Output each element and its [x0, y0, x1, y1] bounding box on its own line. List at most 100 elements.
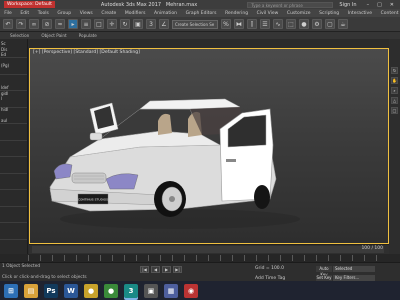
car-model[interactable]: CONTINUS STUDIOS [30, 49, 389, 244]
panel-row[interactable] [0, 179, 27, 184]
panel-row[interactable] [0, 162, 27, 167]
paint-icon[interactable]: ▦ [164, 283, 178, 298]
panel-row[interactable] [0, 146, 27, 151]
panel-row[interactable] [0, 173, 27, 178]
word-icon[interactable]: W [64, 283, 78, 298]
panel-row[interactable]: Sc [0, 41, 27, 46]
panel-row[interactable] [0, 206, 27, 211]
panel-row[interactable]: l [0, 96, 27, 101]
menu-item-file[interactable]: File [0, 11, 16, 16]
render-setup-icon[interactable]: ⚙ [312, 19, 322, 29]
menu-item-edit[interactable]: Edit [16, 11, 33, 16]
panel-row[interactable] [0, 212, 27, 217]
pan-icon[interactable]: ✋ [391, 77, 398, 84]
tab-populate[interactable]: Populate [79, 33, 97, 38]
search-input[interactable]: Type a keyword or phrase [247, 1, 334, 8]
create-selection-set-dropdown[interactable]: Create Selection Se [172, 19, 218, 29]
render-frame-icon[interactable]: ▢ [325, 19, 335, 29]
key-mode-select[interactable]: Selected [333, 266, 375, 272]
snap-icon[interactable]: 3 [146, 19, 156, 29]
panel-row[interactable]: (Pg) [0, 63, 27, 68]
panel-row[interactable] [0, 228, 27, 233]
maximize-icon[interactable]: □ [377, 2, 382, 8]
panel-row[interactable] [0, 223, 27, 228]
panel-row[interactable] [0, 195, 27, 200]
chrome-icon[interactable]: ● [84, 283, 98, 298]
move-icon[interactable]: ✛ [107, 19, 117, 29]
viewport-label[interactable]: [+] [Perspective] [Standard] [Default Sh… [33, 50, 140, 55]
fov-icon[interactable]: △ [391, 97, 398, 104]
angle-snap-icon[interactable]: ∠ [159, 19, 169, 29]
orbit-icon[interactable]: ↻ [391, 67, 398, 74]
link-icon[interactable]: ∞ [29, 19, 39, 29]
percent-snap-icon[interactable]: % [221, 19, 231, 29]
schematic-icon[interactable]: ⬚ [286, 19, 296, 29]
material-icon[interactable]: ● [299, 19, 309, 29]
panel-row[interactable]: gidl [0, 91, 27, 96]
time-slider[interactable] [32, 246, 384, 253]
undo-icon[interactable]: ↶ [3, 19, 13, 29]
menu-item-group[interactable]: Group [53, 11, 75, 16]
menu-item-create[interactable]: Create [97, 11, 121, 16]
menu-item-interactive[interactable]: Interactive [343, 11, 376, 16]
menu-item-modifiers[interactable]: Modifiers [121, 11, 150, 16]
mirror-icon[interactable]: ⧓ [234, 19, 244, 29]
select-icon[interactable]: ▸ [68, 19, 78, 29]
previous-frame-icon[interactable]: ◀ [151, 266, 160, 273]
rotate-icon[interactable]: ↻ [120, 19, 130, 29]
media-icon[interactable]: ▣ [144, 283, 158, 298]
tab-selection[interactable]: Selection [10, 33, 29, 38]
menu-item-customize[interactable]: Customize [283, 11, 315, 16]
tab-object-paint[interactable]: Object Paint [41, 33, 66, 38]
panel-row[interactable] [0, 74, 27, 79]
layers-icon[interactable]: ☰ [260, 19, 270, 29]
scale-icon[interactable]: ▣ [133, 19, 143, 29]
camtasia-icon[interactable]: ● [104, 283, 118, 298]
auto-key-button[interactable]: Auto Key [316, 266, 332, 277]
curve-icon[interactable]: ∿ [273, 19, 283, 29]
menu-item-graph-editors[interactable]: Graph Editors [181, 11, 221, 16]
panel-row[interactable] [0, 239, 27, 244]
redo-icon[interactable]: ↷ [16, 19, 26, 29]
minimize-icon[interactable]: – [367, 2, 370, 8]
panel-row[interactable] [0, 58, 27, 63]
align-icon[interactable]: ⫿ [247, 19, 257, 29]
render-icon[interactable]: ☕ [338, 19, 348, 29]
select-name-icon[interactable]: ≡ [81, 19, 91, 29]
play-icon[interactable]: ▶ [162, 266, 171, 273]
go-to-start-icon[interactable]: |◀ [140, 266, 149, 273]
panel-row[interactable] [0, 190, 27, 195]
panel-row[interactable]: hidl [0, 107, 27, 112]
3dsmax-icon[interactable]: 3 [124, 283, 138, 298]
perspective-viewport[interactable]: CONTINUS STUDIOS [29, 48, 389, 244]
unlink-icon[interactable]: ⊘ [42, 19, 52, 29]
panel-row[interactable] [0, 80, 27, 85]
next-frame-icon[interactable]: ▶| [173, 266, 182, 273]
menu-item-views[interactable]: Views [75, 11, 97, 16]
menu-item-tools[interactable]: Tools [33, 11, 53, 16]
menu-item-rendering[interactable]: Rendering [221, 11, 253, 16]
menu-item-content[interactable]: Content [376, 11, 400, 16]
windows-start-icon[interactable]: ⊞ [4, 283, 18, 298]
workspace-selector[interactable]: Workspace: Default [4, 1, 55, 8]
panel-row[interactable] [0, 245, 27, 250]
panel-row[interactable]: Dis [0, 47, 27, 52]
sign-in-link[interactable]: Sign In [339, 2, 356, 8]
panel-row[interactable] [0, 124, 27, 129]
menu-item-animation[interactable]: Animation [150, 11, 182, 16]
panel-row[interactable] [0, 140, 27, 145]
menu-item-scripting[interactable]: Scripting [315, 11, 344, 16]
panel-row[interactable] [0, 113, 27, 118]
bind-icon[interactable]: ≈ [55, 19, 65, 29]
panel-row[interactable] [0, 129, 27, 134]
photoshop-icon[interactable]: Ps [44, 283, 58, 298]
panel-row[interactable] [0, 157, 27, 162]
maximize-icon[interactable]: □ [391, 107, 398, 114]
zoom-icon[interactable]: ⌕ [391, 87, 398, 94]
menu-item-civil-view[interactable]: Civil View [252, 11, 282, 16]
close-icon[interactable]: ✕ [390, 2, 394, 8]
explorer-icon[interactable]: ▤ [24, 283, 38, 298]
scene-explorer-panel[interactable]: Sc Dis Ed (Pg) ldef gidl l hidl aul [0, 39, 28, 254]
screen-recorder-icon[interactable]: ◉ [184, 283, 198, 298]
region-icon[interactable]: □ [94, 19, 104, 29]
